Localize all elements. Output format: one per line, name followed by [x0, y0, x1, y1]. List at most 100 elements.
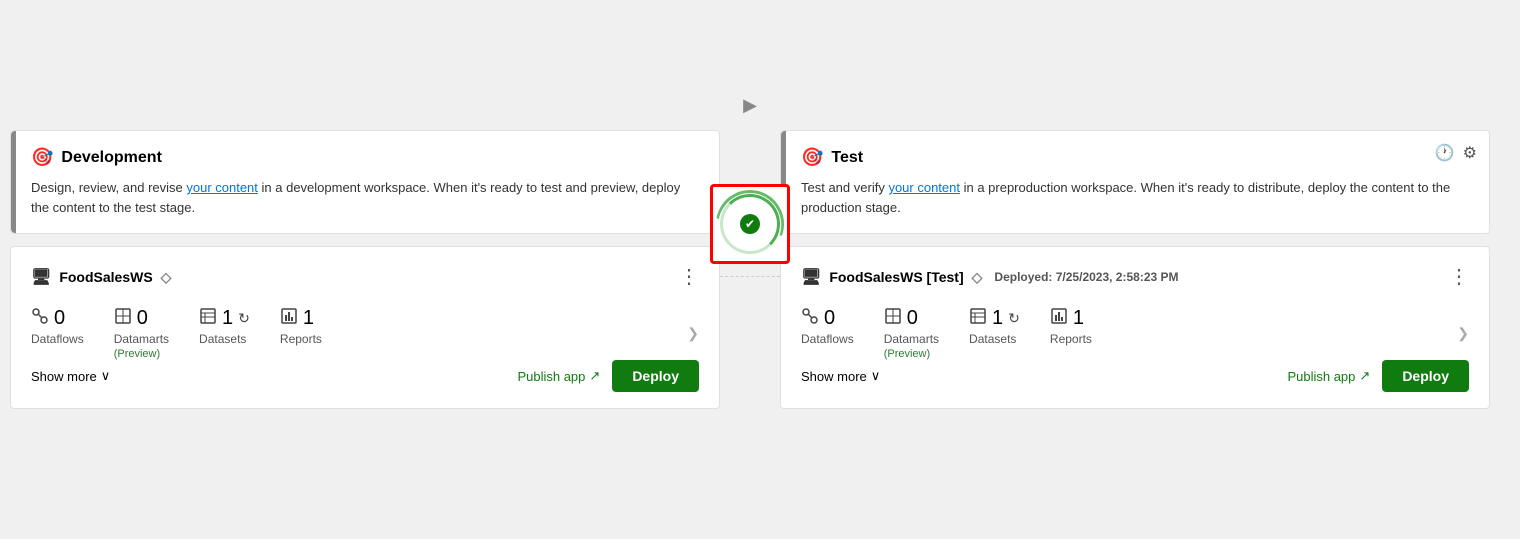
test-stats-grid: 0 Dataflows 0 Datam — [801, 307, 1457, 360]
test-workspace-card: 🖥 FoodSalesWS [Test] ◇ Deployed: 7/25/20… — [780, 246, 1490, 409]
dev-stat-dataflows: 0 Dataflows — [31, 307, 84, 360]
deploy-animation-overlay: ✔ — [710, 184, 790, 264]
dev-reports-label: Reports — [280, 332, 322, 346]
dev-dataflows-label: Dataflows — [31, 332, 84, 346]
dev-workspace-name: FoodSalesWS — [59, 269, 152, 285]
dev-bar — [11, 131, 16, 233]
development-workspace-card: 🖥 FoodSalesWS ◇ ⋮ — [10, 246, 720, 409]
stages-row: 🎯 Development Design, review, and revise… — [10, 130, 1490, 409]
test-header: 🎯 Test 🕐 ⚙ Test and verify your content … — [780, 130, 1490, 234]
development-description: Design, review, and revise your content … — [31, 178, 699, 217]
test-workspace-name: FoodSalesWS [Test] — [829, 269, 963, 285]
test-icon: 🎯 — [801, 147, 823, 168]
test-datasets-refresh[interactable]: ↻ — [1008, 310, 1020, 327]
dev-deploy-button[interactable]: Deploy — [612, 360, 699, 392]
test-footer-actions: Publish app ↗ Deploy — [1287, 360, 1469, 392]
dev-stats-chevron[interactable]: ❯ — [687, 325, 699, 342]
test-datasets-count: 1 — [992, 307, 1003, 330]
dev-workspace-icon: 🖥 — [31, 267, 51, 287]
test-dataflows-icon — [801, 307, 819, 330]
test-deployed-text: Deployed: 7/25/2023, 2:58:23 PM — [994, 270, 1178, 284]
test-datamarts-icon — [884, 307, 902, 330]
test-reports-icon — [1050, 307, 1068, 330]
datasets-icon — [199, 307, 217, 330]
test-header-actions: 🕐 ⚙ — [1435, 143, 1477, 163]
test-dataflows-label: Dataflows — [801, 332, 854, 346]
test-title: 🎯 Test — [801, 147, 1469, 168]
test-reports-count: 1 — [1073, 307, 1084, 330]
history-icon[interactable]: 🕐 — [1435, 143, 1455, 163]
test-stat-datamarts: 0 Datamarts (Preview) — [884, 307, 939, 360]
development-icon: 🎯 — [31, 147, 53, 168]
dev-workspace-footer: Show more ∨ Publish app ↗ Deploy — [31, 360, 699, 392]
test-stage: 🎯 Test 🕐 ⚙ Test and verify your content … — [780, 130, 1490, 409]
test-datamarts-label: Datamarts — [884, 332, 939, 346]
test-link[interactable]: your content — [888, 180, 960, 195]
dev-show-more-label: Show more — [31, 369, 97, 384]
dev-stat-datasets: 1 ↻ Datasets — [199, 307, 250, 360]
test-show-more-label: Show more — [801, 369, 867, 384]
test-publish-app-link[interactable]: Publish app ↗ — [1287, 368, 1370, 384]
dev-show-more-chevron: ∨ — [101, 368, 111, 384]
test-datasets-icon — [969, 307, 987, 330]
dataflows-icon — [31, 307, 49, 330]
test-stat-reports: 1 Reports — [1050, 307, 1092, 360]
development-header: 🎯 Development Design, review, and revise… — [10, 130, 720, 234]
dev-workspace-title: 🖥 FoodSalesWS ◇ — [31, 267, 171, 287]
dev-publish-app-link[interactable]: Publish app ↗ — [517, 368, 600, 384]
dev-dataflows-count: 0 — [54, 307, 65, 330]
test-datamarts-count: 0 — [907, 307, 918, 330]
test-workspace-title: 🖥 FoodSalesWS [Test] ◇ Deployed: 7/25/20… — [801, 267, 1179, 287]
dev-publish-app-label: Publish app — [517, 369, 585, 384]
dev-deploy-label: Deploy — [632, 368, 679, 384]
stage-connector: ▶ ✔ — [720, 130, 780, 277]
reports-icon — [280, 307, 298, 330]
test-datasets-label: Datasets — [969, 332, 1016, 346]
test-diamond-icon: ◇ — [972, 269, 983, 286]
dev-footer-actions: Publish app ↗ Deploy — [517, 360, 699, 392]
dev-datasets-label: Datasets — [199, 332, 246, 346]
pipeline-container: 🎯 Development Design, review, and revise… — [10, 130, 1510, 409]
test-workspace-header: 🖥 FoodSalesWS [Test] ◇ Deployed: 7/25/20… — [801, 267, 1469, 287]
test-deploy-label: Deploy — [1402, 368, 1449, 384]
dev-external-link-icon: ↗ — [589, 368, 600, 384]
dev-stat-datamarts: 0 Datamarts (Preview) — [114, 307, 169, 360]
test-reports-label: Reports — [1050, 332, 1092, 346]
test-external-link-icon: ↗ — [1359, 368, 1370, 384]
dev-workspace-header: 🖥 FoodSalesWS ◇ ⋮ — [31, 267, 699, 287]
dev-diamond-icon: ◇ — [161, 269, 172, 286]
development-title-text: Development — [61, 149, 161, 167]
dev-stats-grid: 0 Dataflows 0 Datam — [31, 307, 687, 360]
test-deploy-button[interactable]: Deploy — [1382, 360, 1469, 392]
test-more-options[interactable]: ⋮ — [1449, 267, 1469, 287]
dev-reports-count: 1 — [303, 307, 314, 330]
dev-datamarts-count: 0 — [137, 307, 148, 330]
development-title: 🎯 Development — [31, 147, 699, 168]
test-stats-chevron[interactable]: ❯ — [1457, 325, 1469, 342]
test-stat-datasets: 1 ↻ Datasets — [969, 307, 1020, 360]
test-workspace-footer: Show more ∨ Publish app ↗ Deploy — [801, 360, 1469, 392]
development-stage: 🎯 Development Design, review, and revise… — [10, 130, 720, 409]
connector-arrow: ▶ — [743, 95, 757, 116]
datamarts-icon — [114, 307, 132, 330]
dev-datamarts-label: Datamarts — [114, 332, 169, 346]
dev-datamarts-sublabel: (Preview) — [114, 348, 160, 360]
dev-link[interactable]: your content — [186, 180, 258, 195]
test-datamarts-sublabel: (Preview) — [884, 348, 930, 360]
test-show-more[interactable]: Show more ∨ — [801, 368, 880, 384]
gear-icon[interactable]: ⚙ — [1463, 143, 1477, 163]
test-dataflows-count: 0 — [824, 307, 835, 330]
dev-stat-reports: 1 Reports — [280, 307, 322, 360]
test-publish-app-label: Publish app — [1287, 369, 1355, 384]
test-description: Test and verify your content in a prepro… — [801, 178, 1469, 217]
dev-datasets-refresh[interactable]: ↻ — [238, 310, 250, 327]
connector-dashed-line — [720, 276, 780, 277]
dev-more-options[interactable]: ⋮ — [679, 267, 699, 287]
deploy-spinner: ✔ — [720, 194, 780, 254]
dev-stats-row: 0 Dataflows 0 Datam — [31, 307, 699, 360]
dev-show-more[interactable]: Show more ∨ — [31, 368, 110, 384]
test-stat-dataflows: 0 Dataflows — [801, 307, 854, 360]
dev-datasets-count: 1 — [222, 307, 233, 330]
test-title-text: Test — [831, 149, 863, 167]
test-workspace-icon: 🖥 — [801, 267, 821, 287]
